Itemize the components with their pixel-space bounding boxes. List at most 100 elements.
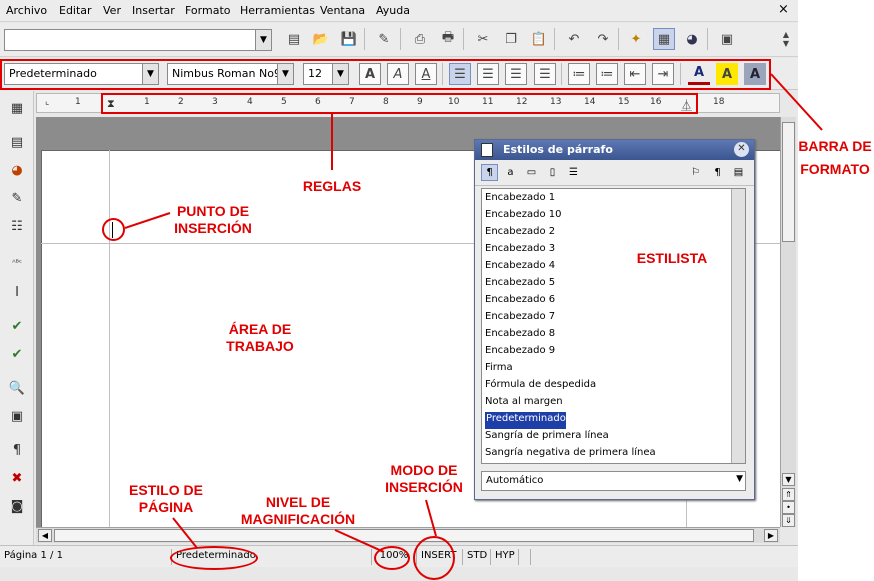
- vertical-scrollbar[interactable]: ▼ ⇑ • ⇓: [780, 117, 796, 527]
- chevron-down-icon[interactable]: ▼: [736, 474, 743, 484]
- menu-ventana[interactable]: Ventana: [320, 4, 365, 17]
- stylist-panel: Estilos de párrafo ✕ ¶ a ▭ ▯ ☰ ⚐ ¶ ▤ Enc…: [474, 139, 755, 500]
- print-icon[interactable]: 🖶: [437, 28, 459, 50]
- update-style-icon[interactable]: ▤: [730, 164, 747, 181]
- close-icon[interactable]: ✕: [734, 142, 749, 157]
- style-list-item[interactable]: Fórmula de despedida: [485, 378, 596, 395]
- navigator-icon[interactable]: ✦: [625, 28, 647, 50]
- page-style-highlight: [170, 546, 258, 570]
- stylist-toggle-icon[interactable]: ▦: [653, 28, 675, 50]
- edit-mode-icon[interactable]: ✎: [373, 28, 395, 50]
- page-styles-icon[interactable]: ▯: [544, 164, 561, 181]
- hyperlink-mode-status[interactable]: HYP: [491, 549, 519, 565]
- insert-fields-icon[interactable]: ▤: [6, 131, 28, 153]
- chevron-down-icon[interactable]: ▼: [255, 30, 271, 50]
- new-style-icon[interactable]: ¶: [709, 164, 726, 181]
- style-list-item[interactable]: Sangría de primera línea: [485, 429, 609, 446]
- spellcheck-icon[interactable]: ✔: [6, 315, 28, 337]
- paste-icon[interactable]: 📋: [528, 28, 550, 50]
- autospellcheck-icon[interactable]: ✔: [6, 343, 28, 365]
- next-page-icon[interactable]: ⇓: [782, 514, 795, 527]
- nonprinting-chars-icon[interactable]: ¶: [6, 439, 28, 461]
- paragraph-styles-icon[interactable]: ¶: [481, 164, 498, 181]
- edit-draw-icon[interactable]: ✎: [6, 187, 28, 209]
- save-icon[interactable]: 💾: [338, 28, 360, 50]
- toolbar-separator: [618, 28, 619, 50]
- menu-herramientas[interactable]: Herramientas: [240, 4, 315, 17]
- undo-icon[interactable]: ↶: [563, 28, 585, 50]
- toolbar-separator: [364, 28, 365, 50]
- tab-stop-icon[interactable]: ⌞: [45, 97, 49, 107]
- insert-table-icon[interactable]: ▦: [6, 97, 28, 119]
- find-icon[interactable]: 🔍: [6, 377, 28, 399]
- menu-formato[interactable]: Formato: [185, 4, 231, 17]
- menu-editar[interactable]: Editar: [59, 4, 92, 17]
- form-controls-icon[interactable]: ☷: [6, 215, 28, 237]
- style-list-item[interactable]: Firma: [485, 361, 513, 378]
- fill-format-icon[interactable]: ⚐: [687, 164, 704, 181]
- export-pdf-icon[interactable]: ⎙: [409, 28, 431, 50]
- toolbar-separator: [463, 28, 464, 50]
- scroll-right-icon[interactable]: ▶: [764, 529, 778, 542]
- label-modo-de-insercion: MODO DE INSERCIÓN: [378, 462, 470, 496]
- redo-icon[interactable]: ↷: [592, 28, 614, 50]
- autotext-icon[interactable]: ᴬᴮᶜ: [6, 251, 28, 273]
- style-list[interactable]: Encabezado 1 Encabezado 10 Encabezado 2 …: [481, 188, 746, 464]
- delete-image-icon[interactable]: ✖: [6, 467, 28, 489]
- toolbar-overflow-icon[interactable]: ▲ ▼: [779, 28, 793, 50]
- function-toolbar: ▼ ▤ 📂 💾 ✎ ⎙ 🖶 ✂ ❐ 📋 ↶ ↷ ✦ ▦ ◕ ▣ ▲ ▼: [0, 23, 798, 57]
- horizontal-scroll-thumb[interactable]: [54, 529, 754, 542]
- menu-ver[interactable]: Ver: [103, 4, 121, 17]
- datasource-icon[interactable]: ▣: [716, 28, 738, 50]
- style-list-item[interactable]: Encabezado 10: [485, 208, 562, 225]
- stylist-title-bar[interactable]: Estilos de párrafo ✕: [475, 140, 754, 160]
- navigation-icon[interactable]: •: [782, 501, 795, 514]
- style-list-item[interactable]: Encabezado 4: [485, 259, 555, 276]
- menu-archivo[interactable]: Archivo: [6, 4, 47, 17]
- stylist-toolbar: ¶ a ▭ ▯ ☰ ⚐ ¶ ▤: [475, 160, 754, 186]
- vertical-scroll-thumb[interactable]: [782, 122, 795, 242]
- style-list-item[interactable]: Sangría negativa de primera línea: [485, 446, 656, 463]
- ruler-number: 1: [75, 97, 81, 107]
- style-list-item[interactable]: Encabezado 8: [485, 327, 555, 344]
- style-list-item[interactable]: Encabezado 3: [485, 242, 555, 259]
- numbering-styles-icon[interactable]: ☰: [565, 164, 582, 181]
- ruler-number: 18: [713, 97, 725, 107]
- previous-page-icon[interactable]: ⇑: [782, 488, 795, 501]
- open-folder-icon[interactable]: 📂: [310, 28, 332, 50]
- label-reglas: REGLAS: [302, 178, 362, 194]
- character-styles-icon[interactable]: a: [502, 164, 519, 181]
- label-area-de-trabajo: ÁREA DE TRABAJO: [212, 321, 308, 355]
- edit-file-icon[interactable]: ▤: [283, 28, 305, 50]
- menu-ayuda[interactable]: Ayuda: [376, 4, 410, 17]
- selection-mode-status[interactable]: STD: [463, 549, 491, 565]
- label-line: NIVEL DE: [265, 494, 331, 510]
- scroll-down-icon[interactable]: ▼: [782, 473, 795, 486]
- style-list-item[interactable]: Encabezado 7: [485, 310, 555, 327]
- style-list-item[interactable]: Encabezado 6: [485, 293, 555, 310]
- style-list-item[interactable]: Encabezado 2: [485, 225, 555, 242]
- style-list-scrollbar[interactable]: [731, 189, 745, 463]
- close-document-icon[interactable]: ×: [778, 2, 789, 17]
- horizontal-scrollbar[interactable]: ◀ ▶: [36, 527, 780, 543]
- text-cursor-icon[interactable]: I: [6, 281, 28, 303]
- style-filter-select[interactable]: Automático ▼: [481, 471, 746, 491]
- web-layout-icon[interactable]: ◙: [6, 495, 28, 517]
- label-line: FORMATO: [800, 161, 870, 177]
- style-list-item-selected[interactable]: Predeterminado: [485, 412, 566, 429]
- menu-insertar[interactable]: Insertar: [132, 4, 175, 17]
- scroll-left-icon[interactable]: ◀: [38, 529, 52, 542]
- label-estilo-de-pagina: ESTILO DE PÁGINA: [118, 482, 214, 516]
- frame-styles-icon[interactable]: ▭: [523, 164, 540, 181]
- style-list-item[interactable]: Nota al margen: [485, 395, 563, 412]
- cut-icon[interactable]: ✂: [472, 28, 494, 50]
- url-combo[interactable]: ▼: [4, 29, 272, 51]
- style-list-item[interactable]: Encabezado 1: [485, 191, 555, 208]
- style-list-item[interactable]: Encabezado 9: [485, 344, 555, 361]
- datasources-icon[interactable]: ▣: [6, 405, 28, 427]
- gallery-icon[interactable]: ◕: [681, 28, 703, 50]
- copy-icon[interactable]: ❐: [500, 28, 522, 50]
- draw-functions-icon[interactable]: ◕: [6, 159, 28, 181]
- main-toolbar: ▦ ▤ ◕ ✎ ☷ ᴬᴮᶜ I ✔ ✔ 🔍 ▣ ¶ ✖ ◙: [0, 91, 34, 545]
- style-list-item[interactable]: Encabezado 5: [485, 276, 555, 293]
